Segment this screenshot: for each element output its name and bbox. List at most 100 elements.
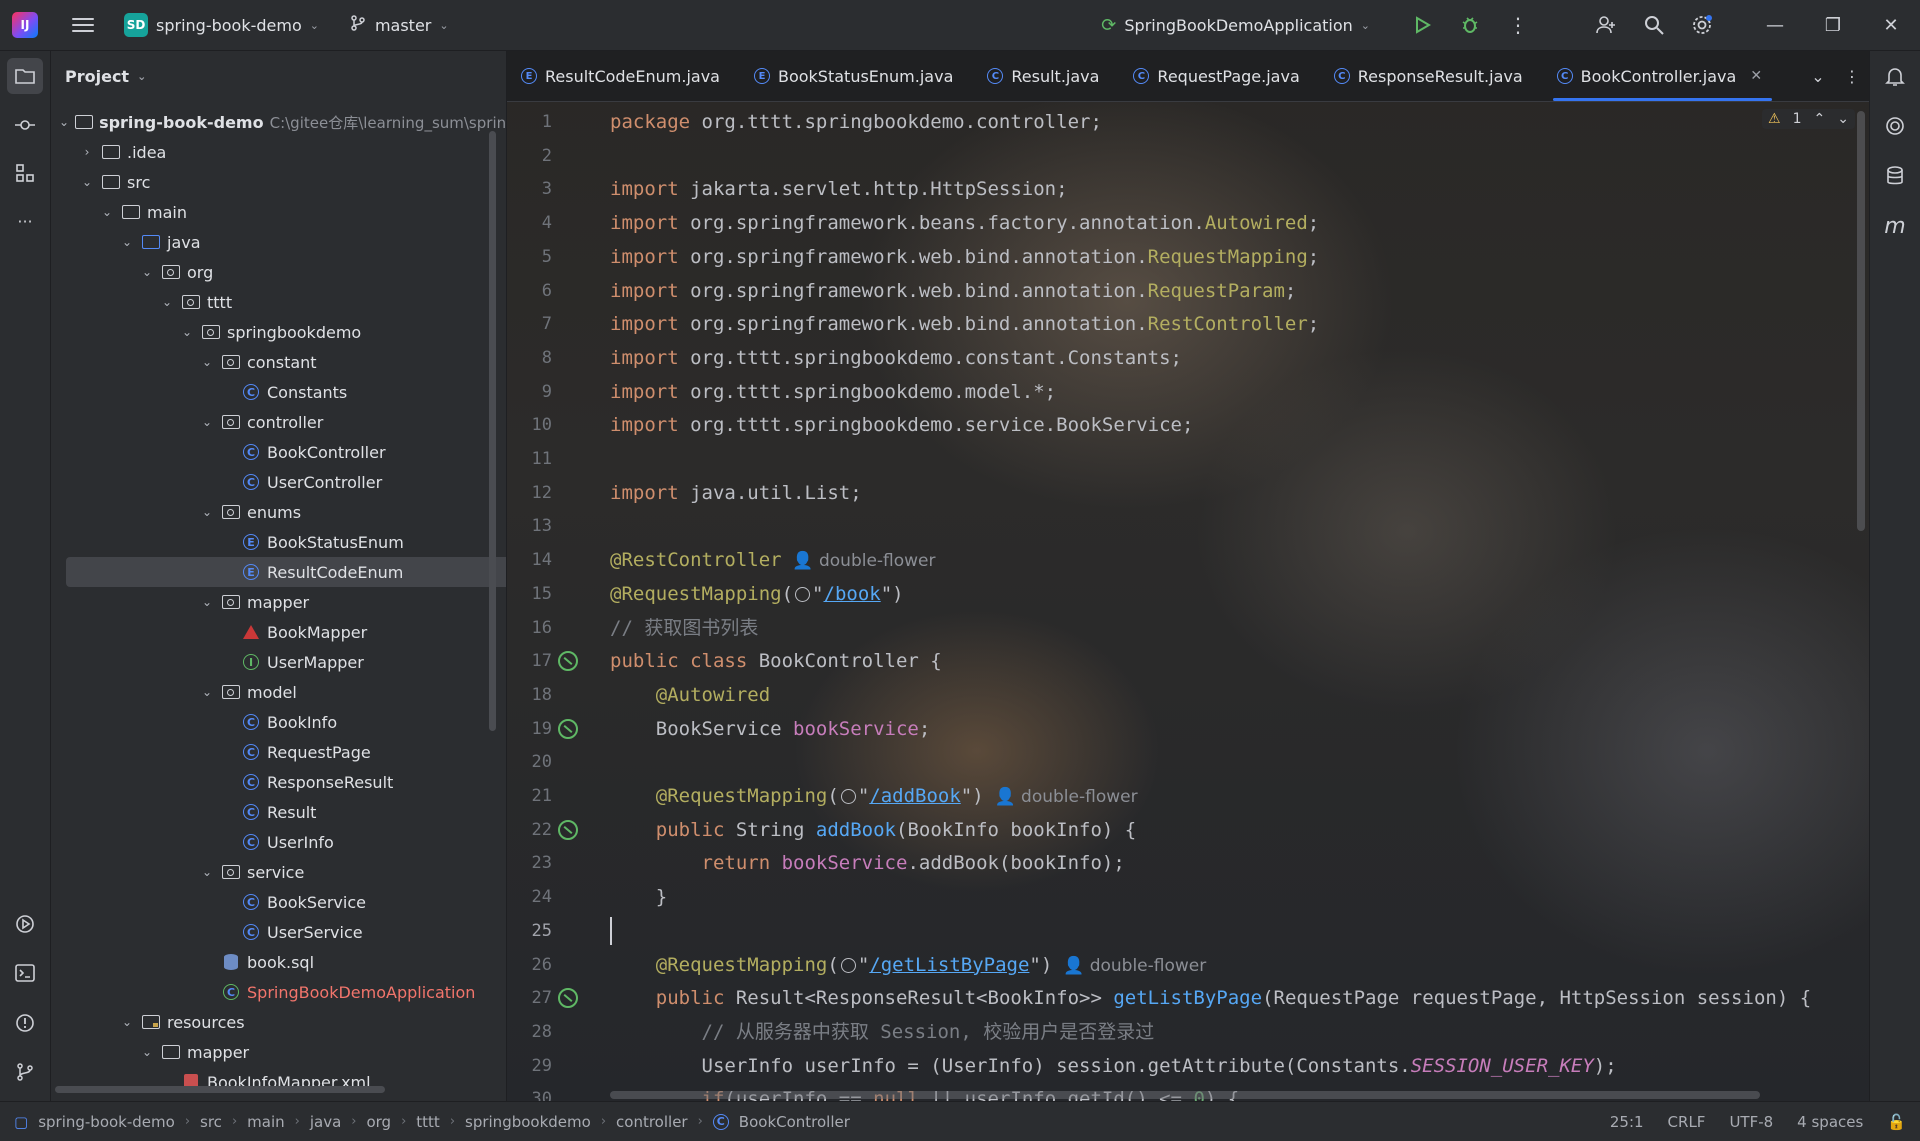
tree-item[interactable]: C UserInfo — [51, 827, 491, 857]
code-line[interactable]: @RequestMapping("/addBook") 👤 double-flo… — [610, 779, 1138, 813]
horizontal-scrollbar[interactable] — [55, 1086, 385, 1093]
tree-item[interactable]: ⌄ constant — [51, 347, 491, 377]
spring-bean-gutter-icon[interactable] — [558, 651, 578, 672]
chevron-up-icon[interactable]: ⌃ — [1814, 111, 1826, 127]
breadcrumb-item[interactable]: controller — [616, 1113, 688, 1131]
maven-icon[interactable]: m — [1882, 213, 1908, 239]
vertical-scrollbar[interactable] — [489, 131, 496, 731]
tree-item[interactable]: C UserService — [51, 917, 491, 947]
project-tool-icon[interactable] — [7, 58, 43, 94]
expand-chevron-icon[interactable]: ⌄ — [119, 1015, 135, 1029]
editor-tab[interactable]: C Result.java — [973, 51, 1119, 101]
code-line[interactable]: import org.springframework.web.bind.anno… — [610, 274, 1296, 308]
code-line[interactable]: public Result<ResponseResult<BookInfo>> … — [610, 981, 1811, 1015]
lock-icon[interactable]: 🔓 — [1887, 1113, 1906, 1131]
close-window-icon[interactable]: ✕ — [1862, 0, 1920, 50]
tree-item[interactable]: E ResultCodeEnum — [66, 557, 506, 587]
tree-item[interactable]: ⌄ model — [51, 677, 491, 707]
expand-chevron-icon[interactable]: ⌄ — [199, 355, 215, 369]
code-line[interactable]: import org.tttt.springbookdemo.service.B… — [610, 408, 1193, 442]
tree-item[interactable]: C BookInfo — [51, 707, 491, 737]
breadcrumb-item[interactable]: org — [366, 1113, 391, 1131]
tree-item[interactable]: ⌄ main — [51, 197, 491, 227]
expand-chevron-icon[interactable]: ⌄ — [199, 415, 215, 429]
code-line[interactable]: public class BookController { — [610, 644, 942, 678]
expand-chevron-icon[interactable]: ⌄ — [139, 1045, 155, 1059]
code-line[interactable]: // 获取图书列表 — [610, 611, 758, 645]
tree-item[interactable]: ⌄ controller — [51, 407, 491, 437]
tree-item[interactable]: ⌄ tttt — [51, 287, 491, 317]
tree-item[interactable]: C BookService — [51, 887, 491, 917]
code-line[interactable]: import java.util.List; — [610, 476, 862, 510]
code-line[interactable]: @RequestMapping("/book") — [610, 577, 904, 611]
breadcrumb-item[interactable]: tttt — [416, 1113, 440, 1131]
code-line[interactable]: package org.tttt.springbookdemo.controll… — [610, 105, 1102, 139]
ai-assistant-icon[interactable] — [1882, 113, 1908, 139]
breadcrumb-item[interactable]: src — [200, 1113, 222, 1131]
more-tools-icon[interactable]: ··· — [7, 203, 43, 239]
spring-bean-gutter-icon[interactable] — [558, 819, 578, 840]
tree-item[interactable]: C Result — [51, 797, 491, 827]
collapse-chevron-icon[interactable]: › — [79, 145, 95, 159]
minimize-icon[interactable]: — — [1746, 0, 1804, 50]
line-number-gutter[interactable]: 1 2 3 4 5 6 7 8 9 10 11 12 13 14 15 16 17 18 19 20 21 22 23 24 2… — [507, 101, 587, 1101]
tree-item[interactable]: C SpringBookDemoApplication — [51, 977, 491, 1007]
expand-chevron-icon[interactable]: ⌄ — [199, 865, 215, 879]
close-tab-icon[interactable]: ✕ — [1750, 68, 1762, 84]
tree-item[interactable]: ⌄ src — [51, 167, 491, 197]
run-configuration-selector[interactable]: ⟳ SpringBookDemoApplication ⌄ — [1101, 15, 1370, 36]
code-line[interactable]: return bookService.addBook(bookInfo); — [610, 846, 1125, 880]
expand-chevron-icon[interactable]: ⌄ — [139, 265, 155, 279]
spring-bean-gutter-icon[interactable] — [558, 718, 578, 739]
editor-tab[interactable]: C ResponseResult.java — [1320, 51, 1543, 101]
code-line[interactable]: public String addBook(BookInfo bookInfo)… — [610, 813, 1136, 847]
breadcrumb-item[interactable]: springbookdemo — [465, 1113, 591, 1131]
git-tool-icon[interactable] — [7, 1054, 43, 1090]
code-line[interactable]: @Autowired — [610, 678, 770, 712]
add-user-icon[interactable] — [1582, 0, 1630, 50]
tree-item[interactable]: ⌄ springbookdemo — [51, 317, 491, 347]
restore-icon[interactable]: ❐ — [1804, 0, 1862, 50]
editor-tab[interactable]: C RequestPage.java — [1119, 51, 1319, 101]
breadcrumb-item[interactable]: BookController — [739, 1113, 850, 1131]
database-icon[interactable] — [1882, 163, 1908, 189]
project-selector[interactable]: SD spring-book-demo ⌄ — [124, 13, 319, 37]
run-icon[interactable] — [1398, 0, 1446, 50]
tree-item[interactable]: ⌄ enums — [51, 497, 491, 527]
code-line[interactable]: import org.tttt.springbookdemo.model.*; — [610, 375, 1056, 409]
code-line[interactable]: @RequestMapping("/getListByPage") 👤 doub… — [610, 948, 1206, 982]
expand-chevron-icon[interactable]: ⌄ — [59, 115, 69, 129]
tree-item[interactable]: ⌄ mapper — [51, 1037, 491, 1067]
editor-tab[interactable]: E ResultCodeEnum.java — [507, 51, 740, 101]
file-encoding[interactable]: UTF-8 — [1729, 1113, 1773, 1131]
commit-tool-icon[interactable] — [7, 107, 43, 143]
editor-tab[interactable]: C BookController.java ✕ — [1543, 51, 1782, 101]
tree-item[interactable]: book.sql — [51, 947, 491, 977]
tree-item[interactable]: › .idea — [51, 137, 491, 167]
tree-item[interactable]: C UserController — [51, 467, 491, 497]
caret-position[interactable]: 25:1 — [1610, 1113, 1644, 1131]
tree-item[interactable]: ⌄ spring-book-demo C:\gitee仓库\learning_sum… — [51, 107, 506, 137]
code-line[interactable]: UserInfo userInfo = (UserInfo) session.g… — [610, 1049, 1617, 1083]
line-separator[interactable]: CRLF — [1668, 1113, 1706, 1131]
services-tool-icon[interactable] — [7, 906, 43, 942]
indent-setting[interactable]: 4 spaces — [1797, 1113, 1863, 1131]
tree-item[interactable]: C ResponseResult — [51, 767, 491, 797]
intellij-logo-icon[interactable]: IJ — [12, 12, 38, 38]
search-icon[interactable] — [1630, 0, 1678, 50]
expand-chevron-icon[interactable]: ⌄ — [179, 325, 195, 339]
tree-item[interactable]: BookMapper — [51, 617, 491, 647]
tree-item[interactable]: E BookStatusEnum — [51, 527, 491, 557]
vcs-branch-selector[interactable]: master ⌄ — [349, 14, 449, 36]
tree-item[interactable]: ⌄ service — [51, 857, 491, 887]
problems-tool-icon[interactable] — [7, 1005, 43, 1041]
tree-item[interactable]: I UserMapper — [51, 647, 491, 677]
code-line[interactable]: import jakarta.servlet.http.HttpSession; — [610, 172, 1068, 206]
tree-item[interactable]: ⌄ mapper — [51, 587, 491, 617]
structure-tool-icon[interactable] — [7, 155, 43, 191]
tree-item[interactable]: ⌄ org — [51, 257, 491, 287]
breadcrumb-item[interactable]: spring-book-demo — [38, 1113, 175, 1131]
main-menu-icon[interactable] — [72, 18, 94, 32]
expand-chevron-icon[interactable]: ⌄ — [199, 595, 215, 609]
expand-chevron-icon[interactable]: ⌄ — [79, 175, 95, 189]
